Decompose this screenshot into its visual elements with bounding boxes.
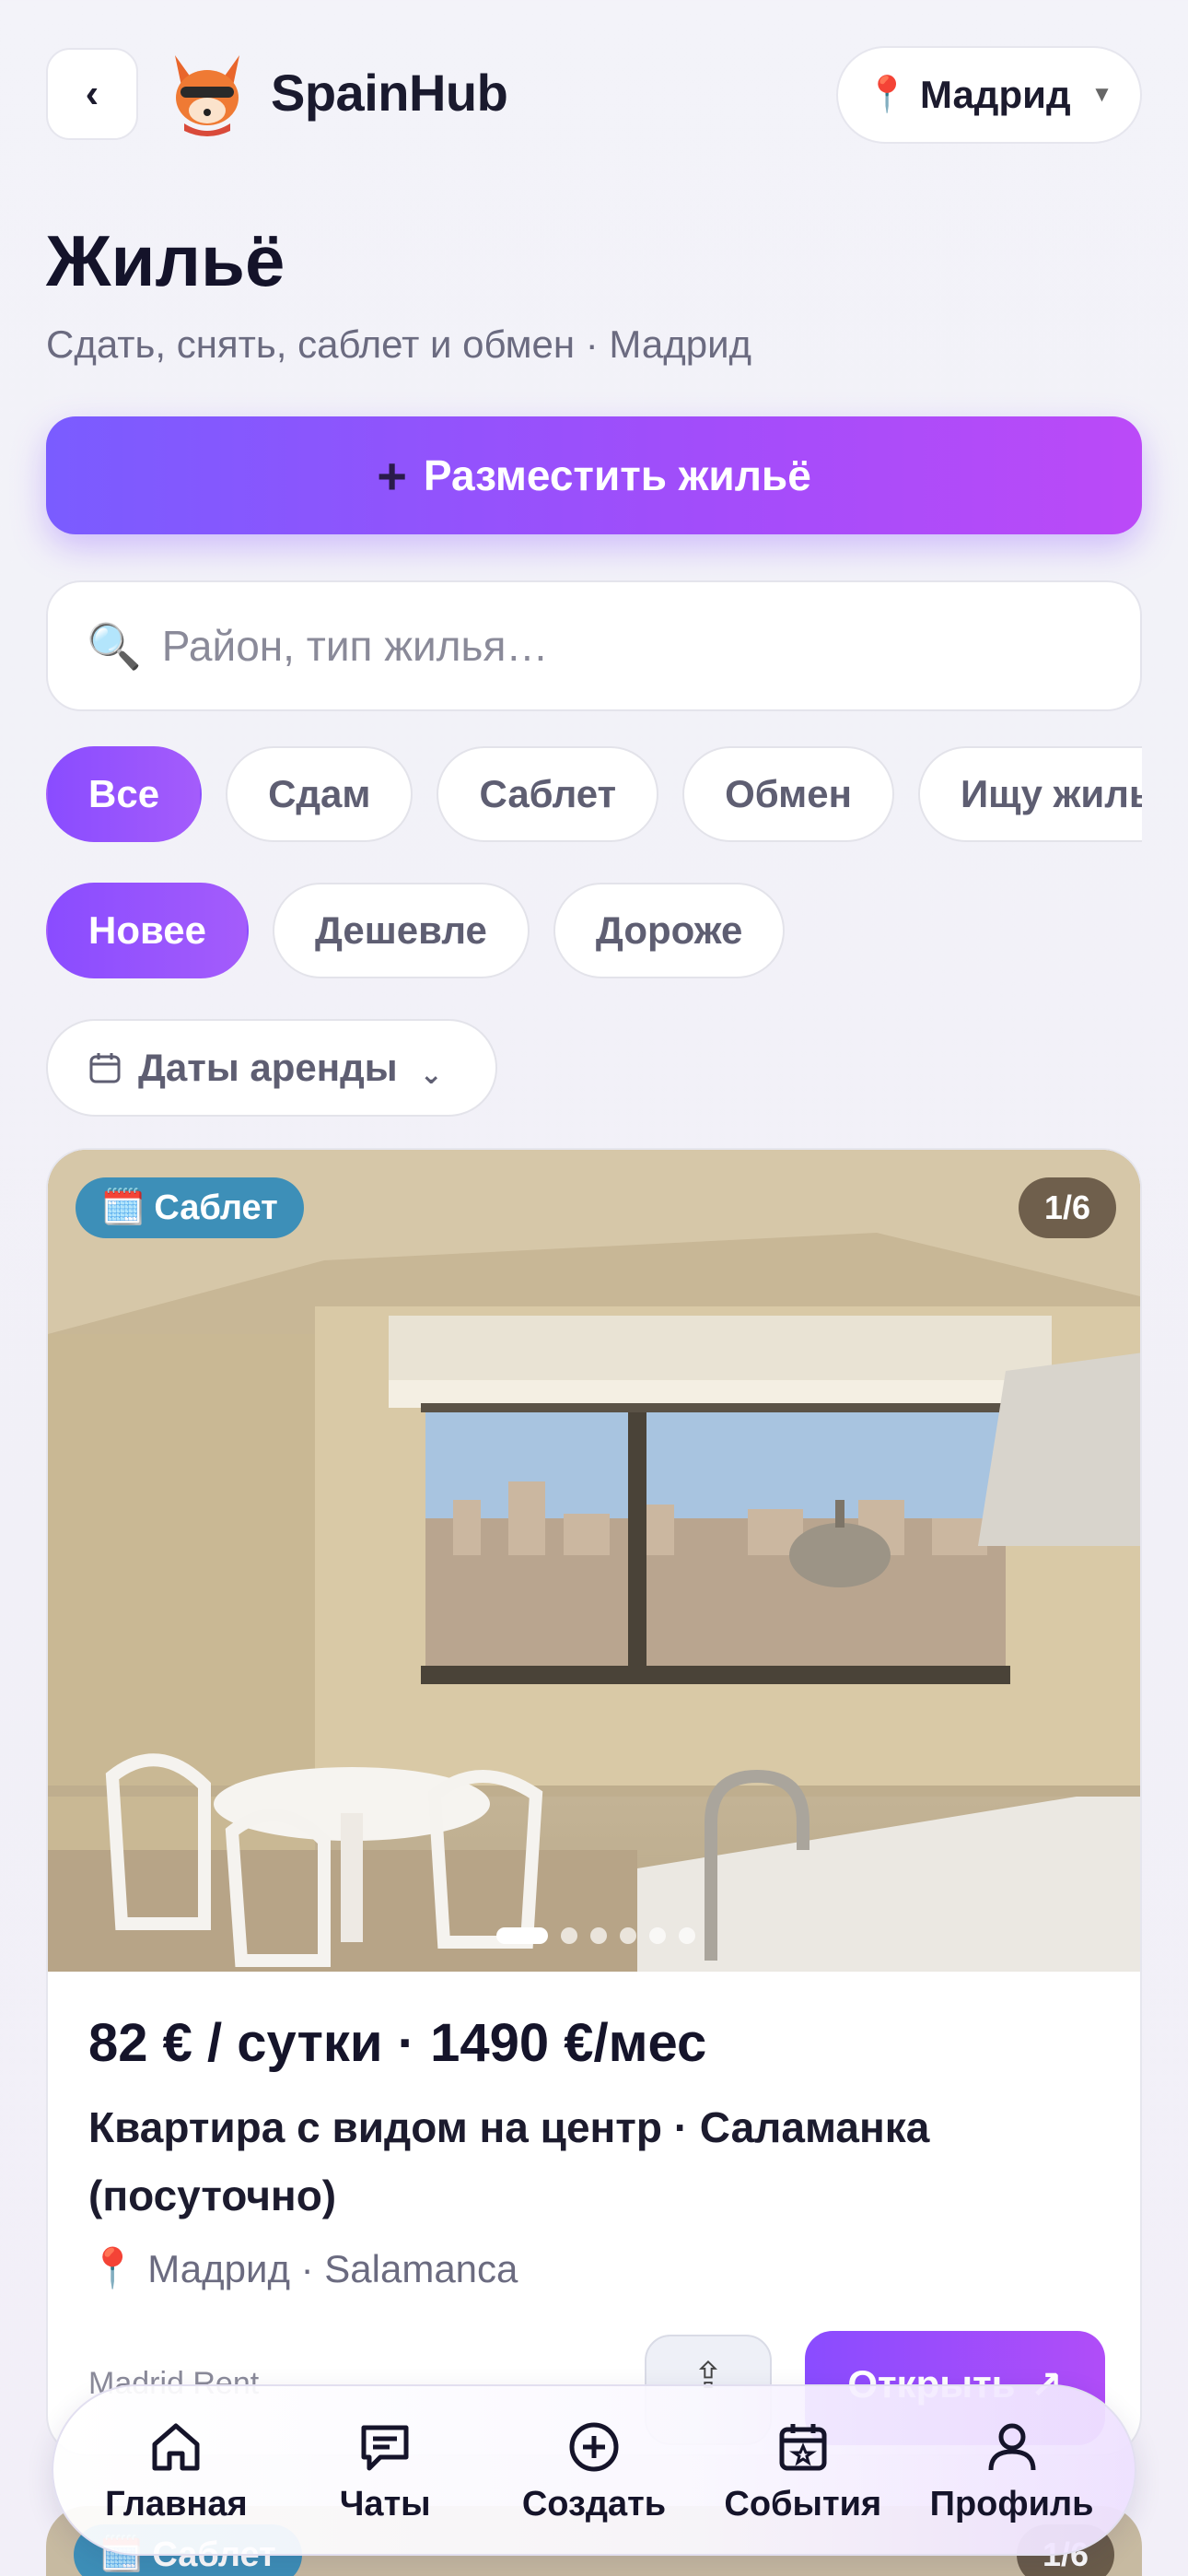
user-icon bbox=[988, 2423, 1036, 2470]
nav-create-label: Создать bbox=[521, 2484, 667, 2523]
search-icon: 🔍 bbox=[87, 622, 142, 672]
type-filter-chips: Все Сдам Саблет Обмен Ищу жилье bbox=[46, 746, 1142, 842]
search-placeholder: Район, тип жилья… bbox=[161, 622, 549, 670]
city-selector[interactable]: 📍 Мадрид ▼ bbox=[836, 46, 1142, 144]
photo-pagination bbox=[48, 1927, 1140, 1944]
listing-location-label: Мадрид · Salamanca bbox=[147, 2246, 518, 2290]
listing-card[interactable]: 🗓️ Саблет 1/6 82 € / сутки · 1490 €/мес … bbox=[46, 1148, 1142, 2456]
search-field[interactable]: 🔍 Район, тип жилья… bbox=[46, 580, 1142, 711]
chip-newest[interactable]: Новее bbox=[46, 883, 249, 978]
calendar-icon bbox=[89, 1053, 121, 1083]
listing-title: Квартира с видом на центр · Саламанка (п… bbox=[88, 2103, 930, 2219]
listing-type-badge: 🗓️ Саблет bbox=[76, 1177, 304, 1238]
pagination-dot[interactable] bbox=[679, 1927, 695, 1944]
chip-looking[interactable]: Ищу жилье bbox=[917, 746, 1142, 842]
pin-icon: 📍 bbox=[865, 76, 909, 114]
listing-photo[interactable]: 🗓️ Саблет 1/6 bbox=[48, 1150, 1140, 1972]
listing-type-label: Саблет bbox=[154, 1188, 278, 1227]
back-button[interactable]: ‹ bbox=[46, 48, 138, 140]
nav-events-label: События bbox=[724, 2484, 882, 2523]
nav-events[interactable]: События bbox=[702, 2417, 904, 2524]
plus-circle-icon bbox=[569, 2422, 619, 2471]
nav-profile[interactable]: Профиль bbox=[911, 2417, 1113, 2524]
chevron-down-icon: ⌄ bbox=[419, 1059, 443, 1090]
pagination-dot[interactable] bbox=[590, 1927, 607, 1944]
chip-sublet[interactable]: Саблет bbox=[437, 746, 659, 842]
pagination-dot[interactable] bbox=[496, 1927, 548, 1944]
nav-home[interactable]: Главная bbox=[75, 2417, 277, 2524]
nav-profile-label: Профиль bbox=[929, 2484, 1094, 2523]
listing-price: 82 € / сутки · 1490 €/мес bbox=[88, 2013, 707, 2073]
fox-logo bbox=[166, 46, 249, 138]
page-subtitle: Сдать, снять, саблет и обмен · Мадрид bbox=[46, 322, 752, 366]
post-listing-label: Разместить жильё bbox=[423, 451, 811, 499]
rental-dates-button[interactable]: Даты аренды ⌄ bbox=[46, 1019, 497, 1117]
caret-down-icon: ▼ bbox=[1090, 82, 1113, 107]
calendar-emoji-icon: 🗓️ bbox=[101, 1188, 146, 1227]
calendar-star-icon bbox=[779, 2423, 827, 2470]
nav-chats[interactable]: Чаты bbox=[284, 2417, 486, 2524]
nav-home-label: Главная bbox=[105, 2484, 248, 2523]
nav-create[interactable]: Создать bbox=[493, 2417, 695, 2524]
pin-icon: 📍 bbox=[88, 2246, 137, 2289]
header: ‹ SpainHub 📍 Мадрид ▼ bbox=[0, 0, 1188, 166]
listing-location: 📍 Мадрид · Salamanca bbox=[88, 2246, 518, 2291]
bottom-navigation: Главная Чаты Создать События Профиль bbox=[52, 2384, 1136, 2556]
nav-chats-label: Чаты bbox=[339, 2484, 431, 2523]
brand-name: SpainHub bbox=[271, 64, 508, 122]
back-icon: ‹ bbox=[85, 71, 99, 116]
chip-cheaper[interactable]: Дешевле bbox=[272, 883, 530, 978]
chip-exchange[interactable]: Обмен bbox=[682, 746, 894, 842]
rental-dates-label: Даты аренды bbox=[138, 1046, 398, 1089]
plus-icon: + bbox=[377, 446, 407, 505]
pagination-dot[interactable] bbox=[649, 1927, 666, 1944]
chip-pricier[interactable]: Дороже bbox=[553, 883, 786, 978]
pagination-dot[interactable] bbox=[620, 1927, 636, 1944]
sort-chips: Новее Дешевле Дороже bbox=[46, 883, 786, 978]
chat-icon bbox=[361, 2425, 409, 2470]
city-label: Мадрид bbox=[919, 73, 1071, 116]
post-listing-button[interactable]: + Разместить жильё bbox=[46, 416, 1142, 534]
chip-all[interactable]: Все bbox=[46, 746, 203, 842]
pagination-dot[interactable] bbox=[561, 1927, 577, 1944]
photo-counter: 1/6 bbox=[1019, 1177, 1116, 1238]
chip-rent-out[interactable]: Сдам bbox=[226, 746, 413, 842]
page-title: Жильё bbox=[46, 220, 285, 301]
home-icon bbox=[152, 2423, 200, 2470]
